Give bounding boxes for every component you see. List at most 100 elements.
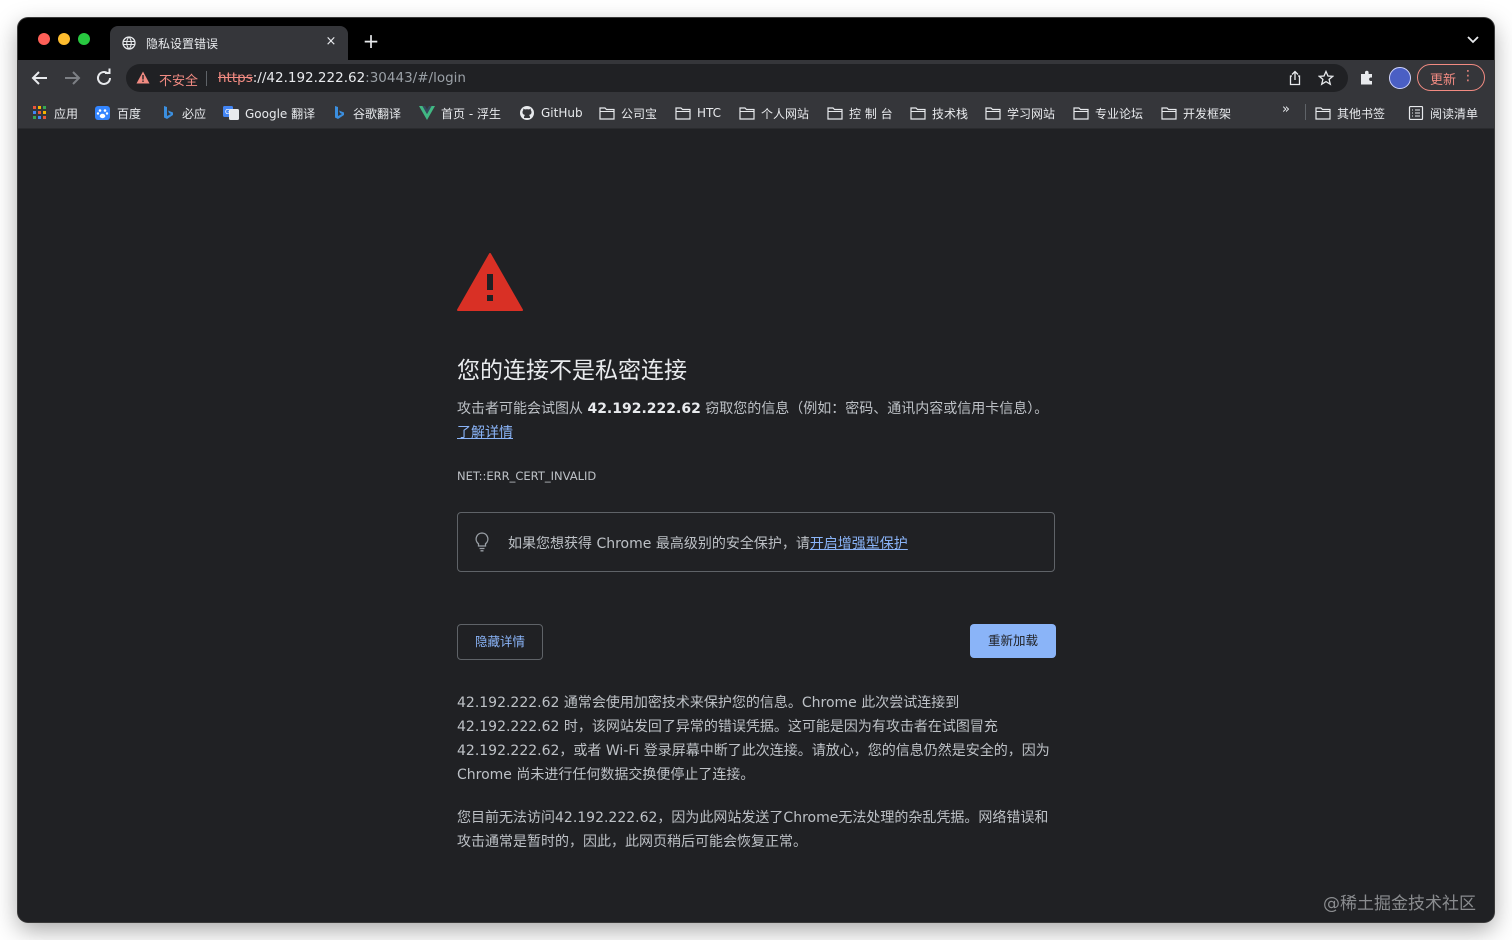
bookmarks-overflow-button[interactable]: » [1282,102,1290,117]
bookmark-folder-console[interactable]: 控 制 台 [827,104,893,122]
details-paragraph: 您目前无法访问42.192.222.62，因为此网站发送了Chrome无法处理的… [457,810,1049,850]
bookmark-reading-list[interactable]: 阅读清单 [1408,104,1478,122]
apps-grid-icon [33,106,46,119]
folder-icon [827,107,843,120]
folder-icon [1161,107,1177,120]
bookmark-label: 应用 [54,106,79,121]
enable-enhanced-protection-link[interactable]: 开启增强型保护 [810,536,908,552]
address-bar[interactable]: 不安全 https://42.192.222.62:30443/#/login [126,64,1348,92]
folder-icon [599,107,615,120]
bookmark-folder-personal-site[interactable]: 个人网站 [739,104,809,122]
bookmark-google-translate[interactable]: G Google 翻译 [223,104,315,122]
bookmark-folder-htc[interactable]: HTC [675,104,721,122]
forward-arrow-icon[interactable] [60,66,84,90]
details-paragraph: 42.192.222.62 通常会使用加密技术来保护您的信息。Chrome 此次… [457,695,1050,783]
explanation-prefix: 攻击者可能会试图从 [457,401,588,417]
url-host: ://42.192.222.62 [252,70,366,86]
watermark: @稀土掘金技术社区 [1323,894,1476,914]
baidu-icon [95,106,110,120]
bookmark-label: 其他书签 [1337,106,1386,121]
bookmark-folder-frameworks[interactable]: 开发框架 [1161,104,1231,122]
new-tab-button[interactable]: + [360,30,382,52]
address-separator [206,71,207,86]
star-icon[interactable] [1318,70,1334,86]
bookmark-label: Google 翻译 [245,106,316,121]
minimize-window-button[interactable] [58,33,70,45]
folder-icon [675,107,691,120]
update-button[interactable]: 更新 ⋮ [1417,64,1485,91]
folder-icon [985,107,1001,120]
bookmark-google-fanyi[interactable]: 谷歌翻译 [331,104,401,122]
bookmark-label: 阅读清单 [1430,106,1479,121]
reload-icon[interactable] [92,66,116,90]
bookmark-label: 技术栈 [932,106,969,121]
bookmark-label: 学习网站 [1007,106,1056,121]
not-secure-label[interactable]: 不安全 [159,70,198,89]
bookmark-folder-gongsibao[interactable]: 公司宝 [599,104,657,122]
bookmark-label: 必应 [182,106,207,121]
bookmark-label: 百度 [117,106,142,121]
bookmark-label: 控 制 台 [849,106,893,121]
bookmark-apps[interactable]: 应用 [32,104,78,122]
update-label: 更新 [1430,73,1457,88]
learn-more-link[interactable]: 了解详情 [457,425,513,441]
tab-active[interactable]: 隐私设置错误 × [110,26,348,60]
bookmark-label: 专业论坛 [1095,106,1144,121]
bookmark-homepage[interactable]: 首页 - 浮生 [419,104,501,122]
lightbulb-icon [475,532,489,552]
profile-avatar[interactable] [1389,67,1411,89]
explanation-host: 42.192.222.62 [587,401,701,417]
enhanced-protection-banner: 如果您想获得 Chrome 最高级别的安全保护，请开启增强型保护 [457,512,1055,572]
bookmark-baidu[interactable]: 百度 [95,104,141,122]
details-section: 42.192.222.62 通常会使用加密技术来保护您的信息。Chrome 此次… [457,691,1057,873]
bookmark-folder-tech-stack[interactable]: 技术栈 [910,104,968,122]
page-title: 您的连接不是私密连接 [457,358,687,384]
google-translate-icon: G [223,106,239,120]
hide-details-button[interactable]: 隐藏详情 [457,624,543,660]
bookmark-folder-forums[interactable]: 专业论坛 [1073,104,1143,122]
explanation-text: 攻击者可能会试图从 42.192.222.62 窃取您的信息（例如：密码、通讯内… [457,397,1057,445]
extensions-puzzle-icon[interactable] [1358,69,1376,87]
close-window-button[interactable] [38,33,50,45]
toolbar: 不安全 https://42.192.222.62:30443/#/login … [18,60,1494,96]
bookmark-folder-learning[interactable]: 学习网站 [985,104,1055,122]
warning-icon[interactable] [136,71,150,84]
bookmark-label: 谷歌翻译 [353,106,402,121]
chevron-down-icon[interactable] [1464,30,1482,48]
enhanced-protection-text: 如果您想获得 Chrome 最高级别的安全保护，请开启增强型保护 [508,533,908,553]
back-arrow-icon[interactable] [28,66,52,90]
svg-text:G: G [225,109,230,116]
error-code: NET::ERR_CERT_INVALID [457,469,597,483]
bookmark-other-bookmarks[interactable]: 其他书签 [1315,104,1385,122]
tab-close-icon[interactable]: × [322,33,340,51]
bookmark-label: 个人网站 [761,106,810,121]
share-icon[interactable] [1287,70,1303,86]
url-scheme: https [218,70,253,86]
browser-window: 隐私设置错误 × + 不安全 https://42.192.222.62:304… [18,18,1494,922]
tab-title: 隐私设置错误 [146,37,219,51]
explanation-suffix: 窃取您的信息（例如：密码、通讯内容或信用卡信息）。 [700,401,1049,417]
bookmark-label: 开发框架 [1183,106,1232,121]
bookmark-label: 首页 - 浮生 [441,106,501,121]
interstitial-page: 您的连接不是私密连接 攻击者可能会试图从 42.192.222.62 窃取您的信… [18,129,1494,922]
bookmark-label: HTC [697,106,722,120]
github-icon [520,106,534,120]
zoom-window-button[interactable] [78,33,90,45]
menu-dots-icon[interactable]: ⋮ [1461,68,1475,84]
folder-icon [910,107,926,120]
bookmarks-separator [1305,104,1306,120]
bookmarks-bar: 应用 百度 必应 G Google 翻译 谷歌翻译 首页 - 浮生 GitHub… [18,96,1494,129]
bookmark-github[interactable]: GitHub [519,104,583,122]
vue-icon [419,106,435,120]
bookmark-bing[interactable]: 必应 [160,104,206,122]
bookmark-label: 公司宝 [621,106,658,121]
reading-list-icon [1408,106,1424,120]
warning-triangle-icon [457,253,523,311]
enhanced-protection-prefix: 如果您想获得 Chrome 最高级别的安全保护，请 [508,536,810,552]
folder-icon [1315,107,1331,120]
bing-icon [335,106,344,119]
tab-strip: 隐私设置错误 × + [18,18,1494,60]
url-text[interactable]: https://42.192.222.62:30443/#/login [218,70,466,86]
folder-icon [739,107,755,120]
reload-button[interactable]: 重新加载 [970,624,1056,658]
